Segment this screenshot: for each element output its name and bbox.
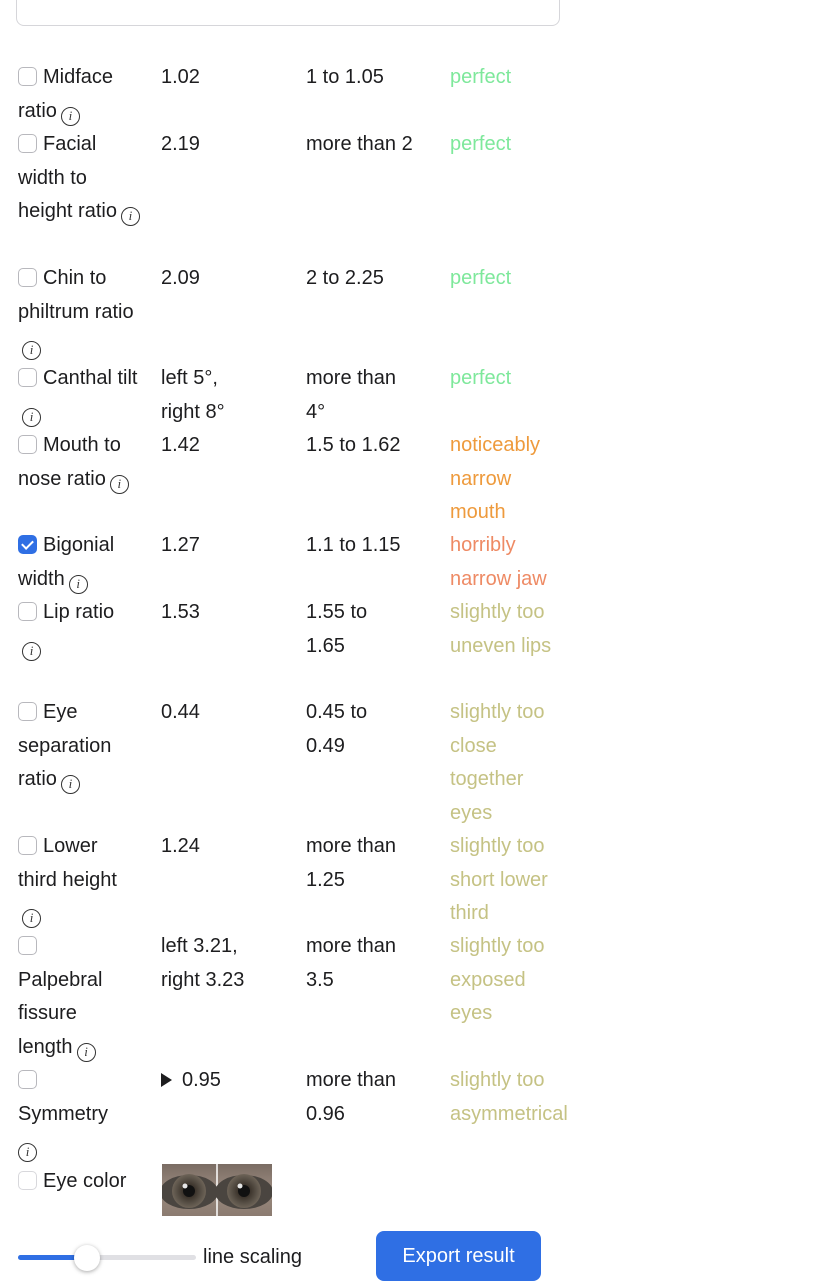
checkbox[interactable] xyxy=(18,702,37,721)
checkbox[interactable] xyxy=(18,1070,37,1089)
metric-value: 1.27 xyxy=(161,534,200,556)
info-icon[interactable]: i xyxy=(60,775,80,794)
metric-value: 1.24 xyxy=(161,835,200,857)
ideal-range: more than 0.96 xyxy=(306,1069,397,1125)
disclosure-triangle-icon[interactable] xyxy=(161,1073,172,1087)
metric-name-cell: Mouth to nose ratio i xyxy=(18,429,140,496)
info-icon[interactable]: i xyxy=(109,474,129,494)
rating: perfect xyxy=(450,367,512,389)
info-icon[interactable]: i xyxy=(68,574,88,594)
checkbox[interactable] xyxy=(18,435,37,454)
metric-name-cell: Midface ratio i xyxy=(18,61,140,128)
metric-name: Eye color xyxy=(43,1170,127,1192)
rating: perfect xyxy=(450,66,512,88)
metric-value: 0.95 xyxy=(182,1069,221,1091)
metric-name-cell: Facial width to height ratio i xyxy=(18,128,140,229)
ideal-range: more than 4° xyxy=(306,367,397,423)
metric-name: Symmetry xyxy=(18,1102,108,1125)
metric-name-cell: Symmetry i xyxy=(18,1064,130,1165)
checkbox[interactable] xyxy=(18,67,37,86)
checkbox[interactable] xyxy=(18,134,37,153)
rating: noticeably narrow mouth xyxy=(450,434,541,523)
rating: slightly too exposed eyes xyxy=(450,935,545,1024)
line-scaling-slider[interactable] xyxy=(18,1244,196,1272)
info-icon[interactable]: i xyxy=(18,1143,37,1162)
checkbox[interactable] xyxy=(18,936,37,955)
eye-color-image xyxy=(162,1164,272,1216)
ideal-range: more than 3.5 xyxy=(306,935,397,991)
info-icon[interactable]: i xyxy=(22,341,41,360)
metric-value: 1.02 xyxy=(161,66,200,88)
metric-value: left 3.21, right 3.23 xyxy=(161,935,245,991)
rating: slightly too short lower third xyxy=(450,835,548,924)
metric-value: left 5°, right 8° xyxy=(161,367,225,423)
checkbox-checked[interactable] xyxy=(18,535,37,554)
metric-value: 0.44 xyxy=(161,701,200,723)
info-icon[interactable]: i xyxy=(60,106,80,126)
export-result-button[interactable]: Export result xyxy=(376,1231,541,1281)
search-input-box[interactable] xyxy=(16,0,560,26)
metric-name-cell: Chin to philtrum ratioi xyxy=(18,262,140,363)
info-icon[interactable]: i xyxy=(22,909,41,928)
metric-name-cell: Lip ratioi xyxy=(18,596,136,663)
ideal-range: more than 2 xyxy=(306,133,413,155)
symmetry-toggle[interactable]: 0.95 xyxy=(161,1064,291,1098)
checkbox[interactable] xyxy=(18,836,37,855)
ideal-range: 1.55 to 1.65 xyxy=(306,601,368,657)
checkbox[interactable] xyxy=(18,268,37,287)
checkbox[interactable] xyxy=(18,368,37,387)
metric-value: 1.42 xyxy=(161,434,200,456)
metric-name: Lip ratio xyxy=(43,601,115,623)
ideal-range: 0.45 to 0.49 xyxy=(306,701,368,757)
ideal-range: 1.1 to 1.15 xyxy=(306,534,401,556)
metric-name-cell: Eye color xyxy=(18,1165,130,1199)
metric-name-cell: Eye separation ratio i xyxy=(18,696,130,797)
rating: perfect xyxy=(450,133,512,155)
ideal-range: 1.5 to 1.62 xyxy=(306,434,401,456)
metric-value: 2.19 xyxy=(161,133,200,155)
rating: slightly too uneven lips xyxy=(450,601,552,657)
checkbox[interactable] xyxy=(18,1171,37,1190)
info-icon[interactable]: i xyxy=(76,1042,96,1062)
metric-name-cell: Canthal tilti xyxy=(18,362,140,429)
metric-name: Canthal tilt xyxy=(43,367,138,389)
rating: horribly narrow jaw xyxy=(450,534,547,590)
info-icon[interactable]: i xyxy=(120,207,140,226)
slider-label: line scaling xyxy=(203,1246,302,1268)
rating: perfect xyxy=(450,267,512,289)
slider-thumb[interactable] xyxy=(74,1245,101,1271)
rating: slightly too asymmetrical xyxy=(450,1069,568,1125)
ideal-range: 1 to 1.05 xyxy=(306,66,384,88)
checkbox[interactable] xyxy=(18,602,37,621)
metric-name-cell: Bigonial width i xyxy=(18,529,140,596)
info-icon[interactable]: i xyxy=(22,407,41,427)
ideal-range: more than 1.25 xyxy=(306,835,397,891)
metric-value: 1.53 xyxy=(161,601,200,623)
ideal-range: 2 to 2.25 xyxy=(306,267,384,289)
info-icon[interactable]: i xyxy=(22,641,41,661)
metric-name-cell: Lower third heighti xyxy=(18,830,130,931)
metric-name-cell: Palpebral fissure length i xyxy=(18,930,130,1064)
rating: slightly too close together eyes xyxy=(450,701,545,824)
metric-value: 2.09 xyxy=(161,267,200,289)
